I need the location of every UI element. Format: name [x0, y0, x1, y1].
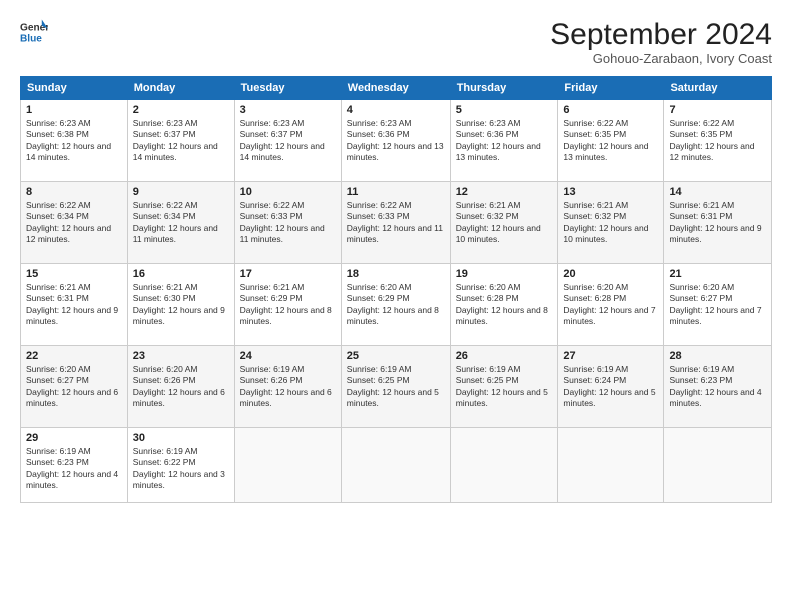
header-monday: Monday: [127, 77, 234, 100]
day-cell-10: 10 Sunrise: 6:22 AMSunset: 6:33 PMDaylig…: [234, 182, 341, 264]
calendar-row-2: 8 Sunrise: 6:22 AMSunset: 6:34 PMDayligh…: [21, 182, 772, 264]
day-cell-29: 29 Sunrise: 6:19 AMSunset: 6:23 PMDaylig…: [21, 428, 128, 503]
header-saturday: Saturday: [664, 77, 772, 100]
day-cell-16: 16 Sunrise: 6:21 AMSunset: 6:30 PMDaylig…: [127, 264, 234, 346]
day-cell-empty-2: [341, 428, 450, 503]
day-cell-empty-3: [450, 428, 558, 503]
day-cell-23: 23 Sunrise: 6:20 AMSunset: 6:26 PMDaylig…: [127, 346, 234, 428]
day-cell-14: 14 Sunrise: 6:21 AMSunset: 6:31 PMDaylig…: [664, 182, 772, 264]
day-cell-22: 22 Sunrise: 6:20 AMSunset: 6:27 PMDaylig…: [21, 346, 128, 428]
day-cell-18: 18 Sunrise: 6:20 AMSunset: 6:29 PMDaylig…: [341, 264, 450, 346]
day-cell-28: 28 Sunrise: 6:19 AMSunset: 6:23 PMDaylig…: [664, 346, 772, 428]
day-cell-3: 3 Sunrise: 6:23 AMSunset: 6:37 PMDayligh…: [234, 100, 341, 182]
day-cell-2: 2 Sunrise: 6:23 AMSunset: 6:37 PMDayligh…: [127, 100, 234, 182]
day-cell-empty-4: [558, 428, 664, 503]
title-block: September 2024 Gohouo-Zarabaon, Ivory Co…: [550, 18, 772, 66]
location-subtitle: Gohouo-Zarabaon, Ivory Coast: [550, 51, 772, 66]
logo: General Blue: [20, 18, 48, 46]
day-cell-9: 9 Sunrise: 6:22 AMSunset: 6:34 PMDayligh…: [127, 182, 234, 264]
header: General Blue September 2024 Gohouo-Zarab…: [20, 18, 772, 66]
day-cell-15: 15 Sunrise: 6:21 AMSunset: 6:31 PMDaylig…: [21, 264, 128, 346]
calendar-row-5: 29 Sunrise: 6:19 AMSunset: 6:23 PMDaylig…: [21, 428, 772, 503]
weekday-header-row: Sunday Monday Tuesday Wednesday Thursday…: [21, 77, 772, 100]
day-cell-27: 27 Sunrise: 6:19 AMSunset: 6:24 PMDaylig…: [558, 346, 664, 428]
calendar-table: Sunday Monday Tuesday Wednesday Thursday…: [20, 76, 772, 503]
header-friday: Friday: [558, 77, 664, 100]
day-cell-17: 17 Sunrise: 6:21 AMSunset: 6:29 PMDaylig…: [234, 264, 341, 346]
header-thursday: Thursday: [450, 77, 558, 100]
day-cell-21: 21 Sunrise: 6:20 AMSunset: 6:27 PMDaylig…: [664, 264, 772, 346]
day-cell-7: 7 Sunrise: 6:22 AMSunset: 6:35 PMDayligh…: [664, 100, 772, 182]
header-tuesday: Tuesday: [234, 77, 341, 100]
day-cell-11: 11 Sunrise: 6:22 AMSunset: 6:33 PMDaylig…: [341, 182, 450, 264]
day-cell-13: 13 Sunrise: 6:21 AMSunset: 6:32 PMDaylig…: [558, 182, 664, 264]
day-cell-8: 8 Sunrise: 6:22 AMSunset: 6:34 PMDayligh…: [21, 182, 128, 264]
day-cell-empty-5: [664, 428, 772, 503]
day-cell-5: 5 Sunrise: 6:23 AMSunset: 6:36 PMDayligh…: [450, 100, 558, 182]
day-cell-12: 12 Sunrise: 6:21 AMSunset: 6:32 PMDaylig…: [450, 182, 558, 264]
day-cell-1: 1 Sunrise: 6:23 AMSunset: 6:38 PMDayligh…: [21, 100, 128, 182]
logo-icon: General Blue: [20, 18, 48, 46]
day-cell-30: 30 Sunrise: 6:19 AMSunset: 6:22 PMDaylig…: [127, 428, 234, 503]
day-cell-6: 6 Sunrise: 6:22 AMSunset: 6:35 PMDayligh…: [558, 100, 664, 182]
calendar-row-4: 22 Sunrise: 6:20 AMSunset: 6:27 PMDaylig…: [21, 346, 772, 428]
calendar-row-1: 1 Sunrise: 6:23 AMSunset: 6:38 PMDayligh…: [21, 100, 772, 182]
day-cell-19: 19 Sunrise: 6:20 AMSunset: 6:28 PMDaylig…: [450, 264, 558, 346]
day-cell-20: 20 Sunrise: 6:20 AMSunset: 6:28 PMDaylig…: [558, 264, 664, 346]
day-cell-4: 4 Sunrise: 6:23 AMSunset: 6:36 PMDayligh…: [341, 100, 450, 182]
day-cell-24: 24 Sunrise: 6:19 AMSunset: 6:26 PMDaylig…: [234, 346, 341, 428]
calendar-row-3: 15 Sunrise: 6:21 AMSunset: 6:31 PMDaylig…: [21, 264, 772, 346]
svg-text:Blue: Blue: [20, 33, 42, 44]
page: General Blue September 2024 Gohouo-Zarab…: [0, 0, 792, 612]
header-wednesday: Wednesday: [341, 77, 450, 100]
day-cell-26: 26 Sunrise: 6:19 AMSunset: 6:25 PMDaylig…: [450, 346, 558, 428]
day-cell-empty-1: [234, 428, 341, 503]
month-title: September 2024: [550, 18, 772, 51]
header-sunday: Sunday: [21, 77, 128, 100]
day-cell-25: 25 Sunrise: 6:19 AMSunset: 6:25 PMDaylig…: [341, 346, 450, 428]
